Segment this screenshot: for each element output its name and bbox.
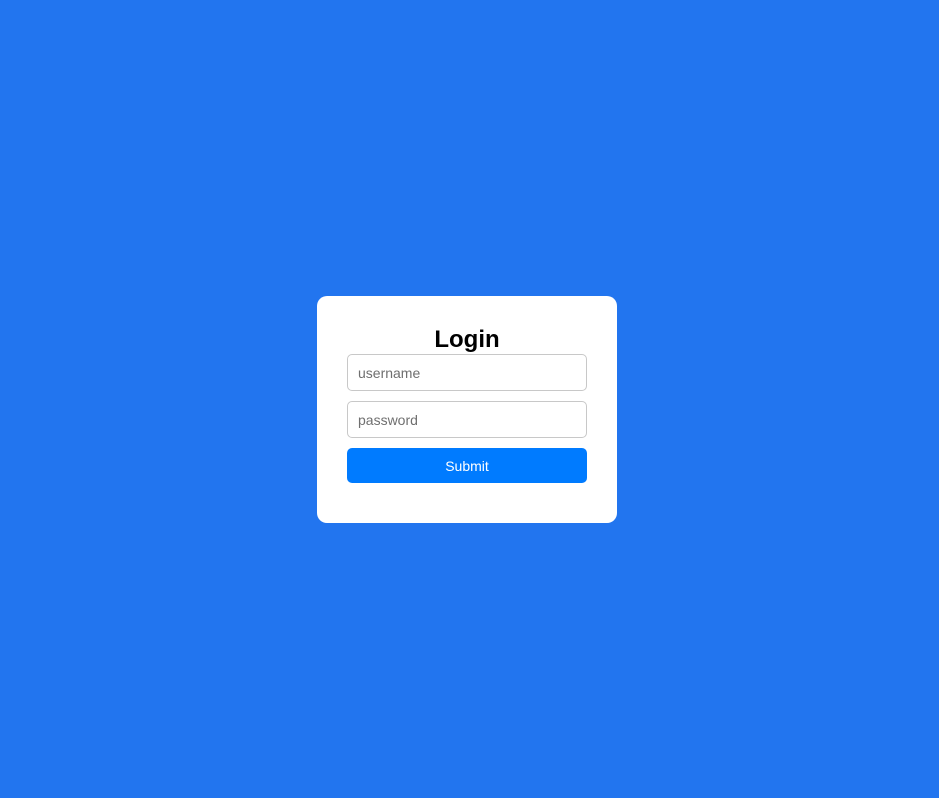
username-input[interactable] — [347, 354, 587, 391]
login-card: Login Submit — [317, 296, 617, 523]
login-title: Login — [434, 326, 500, 353]
password-input[interactable] — [347, 401, 587, 438]
submit-button[interactable]: Submit — [347, 448, 587, 483]
